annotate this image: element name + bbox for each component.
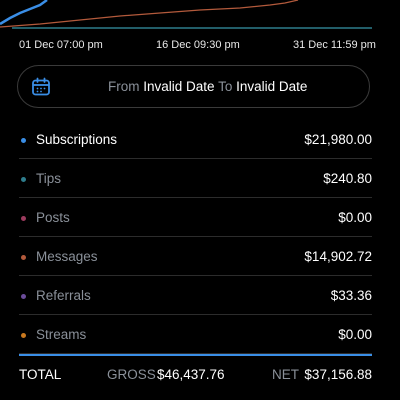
- net-value: $37,156.88: [304, 367, 372, 382]
- from-value[interactable]: Invalid Date: [143, 79, 214, 94]
- to-value[interactable]: Invalid Date: [236, 79, 307, 94]
- category-label: Posts: [36, 210, 70, 225]
- category-row-tips[interactable]: Tips $240.80: [19, 159, 372, 198]
- to-label: To: [218, 79, 233, 94]
- total-divider: [19, 354, 372, 356]
- net-label: NET: [272, 367, 299, 382]
- calendar-icon[interactable]: [31, 77, 51, 97]
- x-axis-labels: 01 Dec 07:00 pm 16 Dec 09:30 pm 31 Dec 1…: [0, 39, 400, 55]
- category-row-referrals[interactable]: Referrals $33.36: [19, 276, 372, 315]
- category-amount: $0.00: [338, 327, 372, 342]
- total-label: TOTAL: [19, 367, 62, 382]
- legend-dot: [21, 177, 26, 182]
- earnings-category-list: Subscriptions $21,980.00 Tips $240.80 Po…: [0, 120, 400, 354]
- from-label: From: [108, 79, 140, 94]
- category-row-posts[interactable]: Posts $0.00: [19, 198, 372, 237]
- category-label: Tips: [36, 171, 62, 186]
- series-line-subscriptions: [0, 0, 48, 26]
- category-amount: $0.00: [338, 210, 372, 225]
- date-range-text: From Invalid Date To Invalid Date: [108, 79, 307, 94]
- earnings-chart: [0, 0, 400, 36]
- category-row-streams[interactable]: Streams $0.00: [19, 315, 372, 354]
- x-tick-label: 01 Dec 07:00 pm: [19, 39, 103, 51]
- gross-value: $46,437.76: [157, 367, 225, 382]
- category-amount: $14,902.72: [304, 249, 372, 264]
- series-line-messages: [0, 0, 299, 28]
- earnings-chart-svg: [0, 0, 372, 29]
- legend-dot: [21, 294, 26, 299]
- x-tick-label: 16 Dec 09:30 pm: [156, 39, 240, 51]
- category-amount: $21,980.00: [304, 132, 372, 147]
- category-row-subscriptions[interactable]: Subscriptions $21,980.00: [19, 120, 372, 159]
- category-row-messages[interactable]: Messages $14,902.72: [19, 237, 372, 276]
- date-range-picker[interactable]: From Invalid Date To Invalid Date: [17, 65, 370, 108]
- legend-dot: [21, 333, 26, 338]
- legend-dot: [21, 138, 26, 143]
- category-amount: $33.36: [330, 288, 372, 303]
- category-label: Subscriptions: [36, 132, 118, 147]
- gross-label: GROSS: [107, 367, 156, 382]
- total-row: TOTAL GROSS $46,437.76 NET $37,156.88: [19, 367, 372, 385]
- category-amount: $240.80: [323, 171, 372, 186]
- legend-dot: [21, 216, 26, 221]
- legend-dot: [21, 255, 26, 260]
- x-tick-label: 31 Dec 11:59 pm: [293, 39, 376, 51]
- category-label: Referrals: [36, 288, 91, 303]
- category-label: Messages: [36, 249, 98, 264]
- category-label: Streams: [36, 327, 87, 342]
